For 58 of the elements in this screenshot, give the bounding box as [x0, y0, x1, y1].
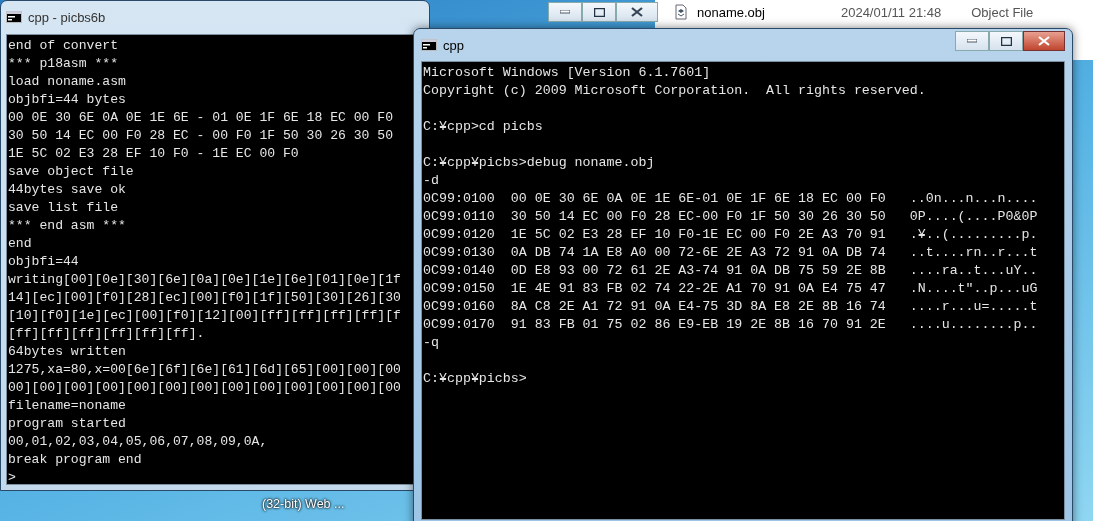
console-line: load noname.asm	[8, 73, 126, 91]
maximize-button[interactable]	[582, 2, 616, 22]
maximize-icon	[1000, 36, 1012, 46]
console-line: C:¥cpp>cd picbs	[423, 118, 543, 136]
close-icon	[631, 7, 643, 17]
minimize-icon	[560, 10, 570, 14]
console-line: *** p18asm ***	[8, 55, 118, 73]
console-line: Microsoft Windows [Version 6.1.7601]	[423, 64, 711, 82]
console-line: 30 50 14 EC 00 F0 28 EC - 00 F0 1F 50 30 26 30 50	[8, 127, 394, 145]
console-line: end	[8, 235, 32, 253]
console-line: Copyright (c) 2009 Microsoft Corporation. All rights reserved.	[423, 82, 926, 100]
window-title: cpp - picbs6b	[28, 9, 106, 25]
console-line: -q	[423, 334, 439, 352]
console-line: 0C99:0130 0A DB 74 1A E8 A0 00 72-6E 2E A3 72 91 0A DB 74 ..t....rn..r...t	[423, 244, 1038, 262]
console-line: 44bytes save ok	[8, 181, 126, 199]
console-line: >	[8, 469, 16, 484]
console-line: 00,01,02,03,04,05,06,07,08,09,0A,	[8, 433, 268, 451]
console-line: objbfi=44 bytes	[8, 91, 126, 109]
console-icon	[6, 11, 22, 23]
console-line: objbfi=44	[8, 253, 79, 271]
file-name[interactable]: noname.obj	[697, 4, 765, 20]
console-line: save object file	[8, 163, 134, 181]
console-line: 0C99:0150 1E 4E 91 83 FB 02 74 22-2E A1 70 91 0A E4 75 47 .N....t"..p...uG	[423, 280, 1038, 298]
console-line: 0C99:0170 91 83 FB 01 75 02 86 E9-EB 19 2E 8B 16 70 91 2E ....u........p..	[423, 316, 1038, 334]
close-button[interactable]	[1023, 31, 1065, 51]
console-line: C:¥cpp¥picbs>debug noname.obj	[423, 154, 655, 172]
maximize-icon	[593, 7, 605, 17]
console-line: writing[00][0e][30][6e][0a][0e][1e][6e][01][0e][1f	[8, 271, 401, 289]
console-line: 0C99:0120 1E 5C 02 E3 28 EF 10 F0-1E EC 00 F0 2E A3 70 91 .¥..(.........p.	[423, 226, 1038, 244]
console-line: 00 0E 30 6E 0A 0E 1E 6E - 01 0E 1F 6E 18 EC 00 F0	[8, 109, 394, 127]
console-line: 0C99:0100 00 0E 30 6E 0A 0E 1E 6E-01 0E 1F 6E 18 EC 00 F0 ..0n...n...n....	[423, 190, 1038, 208]
console-line: [ff][ff][ff][ff][ff][ff].	[8, 325, 205, 343]
window-title: cpp	[443, 37, 464, 53]
minimize-icon	[967, 39, 977, 43]
file-icon	[673, 4, 689, 20]
console-line: 0C99:0160 8A C8 2E A1 72 91 0A E4-75 3D 8A E8 2E 8B 16 74 ....r...u=.....t	[423, 298, 1038, 316]
console-line: 00][00][00][00][00][00][00][00][00][00][00][00][00	[8, 379, 401, 397]
maximize-button[interactable]	[989, 31, 1023, 51]
console-line: -d	[423, 172, 439, 190]
file-type: Object File	[971, 4, 1034, 20]
console-line: 0C99:0140 0D E8 93 00 72 61 2E A3-74 91 0A DB 75 59 2E 8B ....ra..t...uY..	[423, 262, 1038, 280]
console-line: break program end	[8, 451, 142, 469]
console-line: save list file	[8, 199, 118, 217]
console-line: filename=noname	[8, 397, 126, 415]
console-line: 64bytes written	[8, 343, 126, 361]
console-line: *** end asm ***	[8, 217, 126, 235]
console-line: end of convert	[8, 37, 118, 55]
console-line: [10][f0][1e][ec][00][f0][12][00][ff][ff][ff][ff][f	[8, 307, 401, 325]
close-icon	[1038, 36, 1050, 46]
console-line: program started	[8, 415, 126, 433]
close-button[interactable]	[616, 2, 658, 22]
console-icon	[421, 39, 437, 51]
console-line: C:¥cpp¥picbs>	[423, 370, 527, 388]
file-modified-date: 2024/01/11 21:48	[840, 4, 942, 20]
console-line: 14][ec][00][f0][28][ec][00][f0][1f][50][30][26][30	[8, 289, 401, 307]
console-line: 1E 5C 02 E3 28 EF 10 F0 - 1E EC 00 F0	[8, 145, 299, 163]
console-line: 0C99:0110 30 50 14 EC 00 F0 28 EC-00 F0 1F 50 30 26 30 50 0P....(....P0&0P	[423, 208, 1038, 226]
console-line: 1275,xa=80,x=00[6e][6f][6e][61][6d][65][00][00][00	[8, 361, 401, 379]
